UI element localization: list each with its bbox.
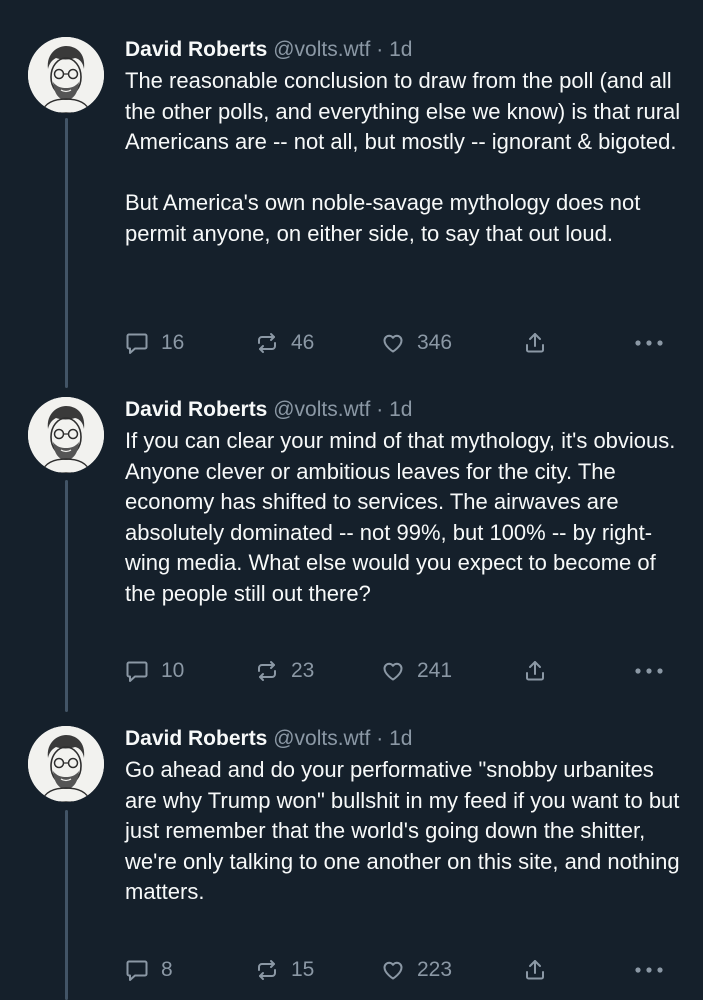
- heart-icon: [383, 662, 403, 681]
- more-options-button[interactable]: [633, 656, 665, 686]
- share-button[interactable]: [523, 955, 547, 985]
- thread-line: [65, 810, 68, 1000]
- reply-count: 10: [161, 659, 185, 682]
- heart-icon: [383, 961, 403, 980]
- thread-line: [65, 118, 68, 388]
- reply-count: 16: [161, 331, 185, 354]
- separator-dot: ·: [376, 398, 384, 421]
- repost-count: 15: [291, 958, 315, 981]
- post-header: David Roberts @volts.wtf · 1d: [125, 397, 685, 423]
- repost-icon: [258, 661, 276, 681]
- reply-button[interactable]: 16: [125, 328, 184, 358]
- author-handle[interactable]: @volts.wtf: [273, 38, 370, 61]
- repost-icon: [258, 960, 276, 980]
- post-paragraph: But America's own noble-savage mythology…: [125, 190, 641, 246]
- post-text: The reasonable conclusion to draw from t…: [125, 66, 685, 249]
- like-count: 223: [417, 958, 453, 981]
- avatar[interactable]: [28, 397, 104, 473]
- thread-line: [65, 480, 68, 712]
- post-actions: 10 23 241: [125, 656, 665, 686]
- more-options-button[interactable]: [633, 955, 665, 985]
- separator-dot: ·: [376, 38, 384, 61]
- more-options-button[interactable]: [633, 328, 665, 358]
- post-timestamp[interactable]: 1d: [389, 398, 412, 421]
- like-button[interactable]: 223: [381, 955, 452, 985]
- avatar[interactable]: [28, 37, 104, 113]
- share-icon: [526, 661, 544, 681]
- share-button[interactable]: [523, 656, 547, 686]
- avatar[interactable]: [28, 726, 104, 802]
- reply-button[interactable]: 8: [125, 955, 173, 985]
- author-handle[interactable]: @volts.wtf: [273, 727, 370, 750]
- repost-count: 23: [291, 659, 315, 682]
- like-button[interactable]: 346: [381, 328, 452, 358]
- author-name[interactable]: David Roberts: [125, 38, 267, 61]
- repost-button[interactable]: 15: [255, 955, 314, 985]
- post-actions: 8 15 223: [125, 955, 665, 985]
- separator-dot: ·: [376, 727, 384, 750]
- author-name[interactable]: David Roberts: [125, 398, 267, 421]
- post-text: If you can clear your mind of that mytho…: [125, 426, 685, 609]
- post-text: Go ahead and do your performative "snobb…: [125, 755, 685, 908]
- avatar-portrait-icon: [28, 397, 104, 473]
- like-button[interactable]: 241: [381, 656, 452, 686]
- post-paragraph: If you can clear your mind of that mytho…: [125, 428, 676, 606]
- author-handle[interactable]: @volts.wtf: [273, 398, 370, 421]
- avatar-portrait-icon: [28, 726, 104, 802]
- repost-button[interactable]: 23: [255, 656, 314, 686]
- reply-icon: [126, 661, 148, 682]
- more-icon: [635, 668, 663, 674]
- more-icon: [635, 340, 663, 346]
- post-timestamp[interactable]: 1d: [389, 727, 412, 750]
- post-actions: 16 46 346: [125, 328, 665, 358]
- repost-button[interactable]: 46: [255, 328, 314, 358]
- reply-count: 8: [161, 958, 173, 981]
- post-header: David Roberts @volts.wtf · 1d: [125, 726, 685, 752]
- reply-icon: [126, 960, 148, 981]
- post-paragraph: The reasonable conclusion to draw from t…: [125, 68, 681, 154]
- repost-icon: [258, 333, 276, 353]
- heart-icon: [383, 334, 403, 353]
- share-button[interactable]: [523, 328, 547, 358]
- more-icon: [635, 967, 663, 973]
- reply-icon: [126, 333, 148, 354]
- author-name[interactable]: David Roberts: [125, 727, 267, 750]
- post-timestamp[interactable]: 1d: [389, 38, 412, 61]
- post-header: David Roberts @volts.wtf · 1d: [125, 37, 685, 63]
- avatar-portrait-icon: [28, 37, 104, 113]
- repost-count: 46: [291, 331, 315, 354]
- reply-button[interactable]: 10: [125, 656, 184, 686]
- like-count: 241: [417, 659, 453, 682]
- share-icon: [526, 333, 544, 353]
- like-count: 346: [417, 331, 453, 354]
- post-paragraph: Go ahead and do your performative "snobb…: [125, 757, 680, 904]
- share-icon: [526, 960, 544, 980]
